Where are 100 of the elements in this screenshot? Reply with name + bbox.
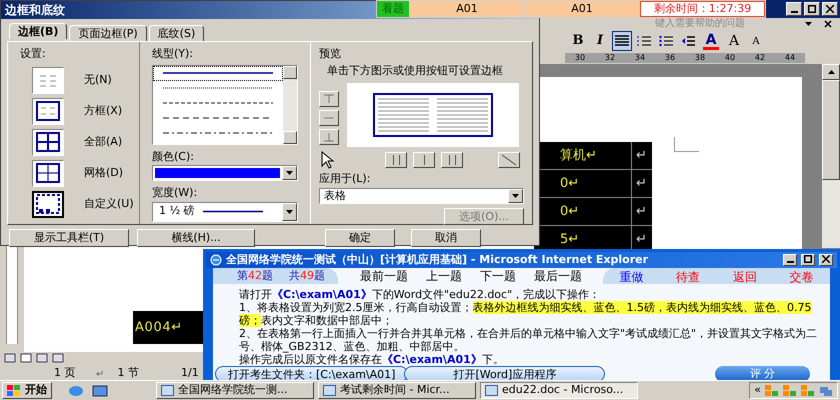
dialog-tab[interactable]: 边框(B) — [9, 23, 68, 39]
font-color-button[interactable]: A — [700, 31, 722, 51]
dialog-button[interactable]: 确定 — [325, 229, 395, 247]
setting-label: 无(N) — [84, 72, 112, 88]
border-toggle-button[interactable] — [319, 110, 339, 126]
dialog-button[interactable]: 取消 — [411, 229, 481, 247]
nav-link[interactable]: 上一题 — [426, 267, 462, 285]
line-sample-icon — [202, 210, 263, 213]
caret-icon — [805, 22, 812, 26]
view-mode-icon[interactable] — [20, 353, 32, 363]
border-toggle-button[interactable] — [385, 152, 407, 168]
taskbar-task[interactable]: edu22.doc - Microso... — [480, 382, 638, 399]
minimize-icon — [790, 11, 798, 13]
window-control-button[interactable] — [819, 254, 833, 266]
nav-link[interactable]: 下一题 — [480, 267, 516, 285]
tray-expand-button[interactable]: « — [754, 382, 761, 399]
browser-icon — [210, 254, 222, 266]
dropdown-button[interactable] — [282, 166, 297, 180]
instruction-text: 2、在表格第一行上面插入一行并合并其单元格，在合并后的单元格中输入文字"考试成绩汇总"，并设置其文字格式为二号、楷体_GB2312、蓝色、加粗、中部居中。 — [239, 327, 818, 353]
view-mode-icon[interactable] — [4, 353, 16, 363]
minimize-icon — [786, 261, 794, 263]
border-toggle-button[interactable] — [441, 152, 463, 168]
text-boundary-mark — [674, 137, 699, 152]
color-select[interactable] — [152, 165, 298, 181]
table-cell: ↵ — [631, 170, 652, 197]
scrollbar[interactable] — [283, 66, 297, 144]
dropdown-button[interactable] — [508, 188, 523, 202]
indent-icon — [681, 35, 695, 47]
window-icon — [323, 385, 336, 396]
window-icon — [161, 385, 174, 396]
dropdown-button[interactable] — [282, 202, 297, 220]
setting-label: 方框(X) — [84, 102, 122, 119]
dialog-tab[interactable]: 底纹(S) — [148, 25, 204, 41]
preview-label: 预览 — [319, 46, 342, 62]
setting-label: 自定义(U) — [84, 196, 134, 212]
width-select[interactable]: 1 ½ 磅 — [152, 202, 298, 222]
start-button[interactable]: 开始 — [2, 382, 52, 399]
line-style-option[interactable] — [153, 66, 283, 80]
border-toggle-button[interactable] — [498, 152, 520, 168]
border-toggle-button[interactable] — [319, 129, 339, 145]
nav-link[interactable]: 最前一题 — [360, 267, 408, 285]
line-style-icon — [163, 71, 273, 75]
border-toggle-button[interactable] — [413, 152, 435, 168]
dialog-title: 边框和底纹 — [5, 2, 65, 19]
ruler-number: 38 — [694, 53, 706, 63]
line-style-icon — [163, 101, 273, 105]
setting-label: 全部(A) — [84, 134, 122, 150]
grow-font-button[interactable]: A — [724, 31, 744, 51]
vertical-scrollbar[interactable] — [822, 64, 840, 248]
format-button[interactable]: B — [568, 31, 588, 51]
taskbar-task[interactable]: 考试剩余时间 - Micr... — [318, 382, 476, 399]
table-cell: ↵ — [631, 142, 652, 169]
dropdown-caret-icon — [286, 210, 293, 214]
font-color-bar — [703, 46, 719, 50]
border-toggle-button[interactable] — [319, 91, 339, 107]
line-style-label: 线型(Y): — [152, 46, 194, 62]
table-cell-text: 5↵ — [559, 230, 580, 249]
apply-label: 应用于(L): — [319, 171, 372, 187]
restore-icon — [808, 5, 816, 13]
bullet-list-icon — [659, 35, 673, 47]
view-mode-icon[interactable] — [52, 353, 64, 363]
windows-logo-icon — [7, 384, 21, 396]
justify-button[interactable] — [612, 31, 632, 51]
apply-select[interactable]: 表格 — [319, 188, 524, 204]
dialog-button[interactable]: 横线(H)... — [137, 229, 255, 247]
preview-hint: 单击下方图示或使用按钮可设置边框 — [326, 62, 504, 78]
window-control-button[interactable] — [804, 2, 820, 16]
instruction-text: 操作完成后以原文件名保存在《C:\exam\A01》下。 — [239, 353, 505, 366]
dropdown-caret-icon — [286, 171, 293, 175]
exam-title: 全国网络学院统一测试（中山）[计算机应用基础] - Microsoft Internet Explorer — [226, 252, 650, 268]
view-mode-icon[interactable] — [36, 353, 48, 363]
action-link[interactable]: 重做 — [619, 268, 644, 284]
table-cell-text: 算机↵ — [559, 146, 598, 165]
window-control-button[interactable] — [786, 2, 802, 16]
format-button[interactable]: I — [590, 31, 610, 51]
shrink-font-button[interactable]: A — [746, 31, 766, 51]
ruler-number: 44 — [784, 53, 796, 63]
nav-link[interactable]: 最后一题 — [534, 267, 582, 285]
table-cell: A004↵ — [133, 311, 203, 344]
window-control-button[interactable] — [822, 2, 838, 16]
line-style-list[interactable] — [152, 64, 298, 144]
window-control-button[interactable] — [801, 254, 815, 266]
justify-icon — [615, 35, 629, 47]
width-value: 1 ½ 磅 — [159, 203, 195, 220]
taskbar-task[interactable]: 全国网络学院统一测... — [156, 382, 314, 399]
settings-label: 设置: — [20, 46, 47, 62]
line-style-icon — [163, 86, 273, 90]
paragraph-mark: ↵ — [96, 368, 104, 382]
width-label: 宽度(W): — [152, 185, 198, 201]
numbered-list-icon — [637, 35, 651, 47]
instruction-text: 请打开《C:\exam\A01》下的Word文件"edu22.doc"，完成以下操作： — [239, 288, 602, 301]
window-control-button[interactable] — [783, 254, 797, 266]
setting-label: 网格(D) — [84, 164, 124, 181]
close-icon — [824, 20, 832, 28]
desktop-icon[interactable] — [92, 384, 108, 398]
dialog-button[interactable]: 显示工具栏(T) — [9, 229, 129, 247]
window-icon — [485, 385, 498, 396]
dialog-tab[interactable]: 页面边框(P) — [69, 25, 147, 41]
ruler-number: 30 — [574, 53, 586, 63]
table-cell-text: 0↵ — [559, 174, 580, 193]
